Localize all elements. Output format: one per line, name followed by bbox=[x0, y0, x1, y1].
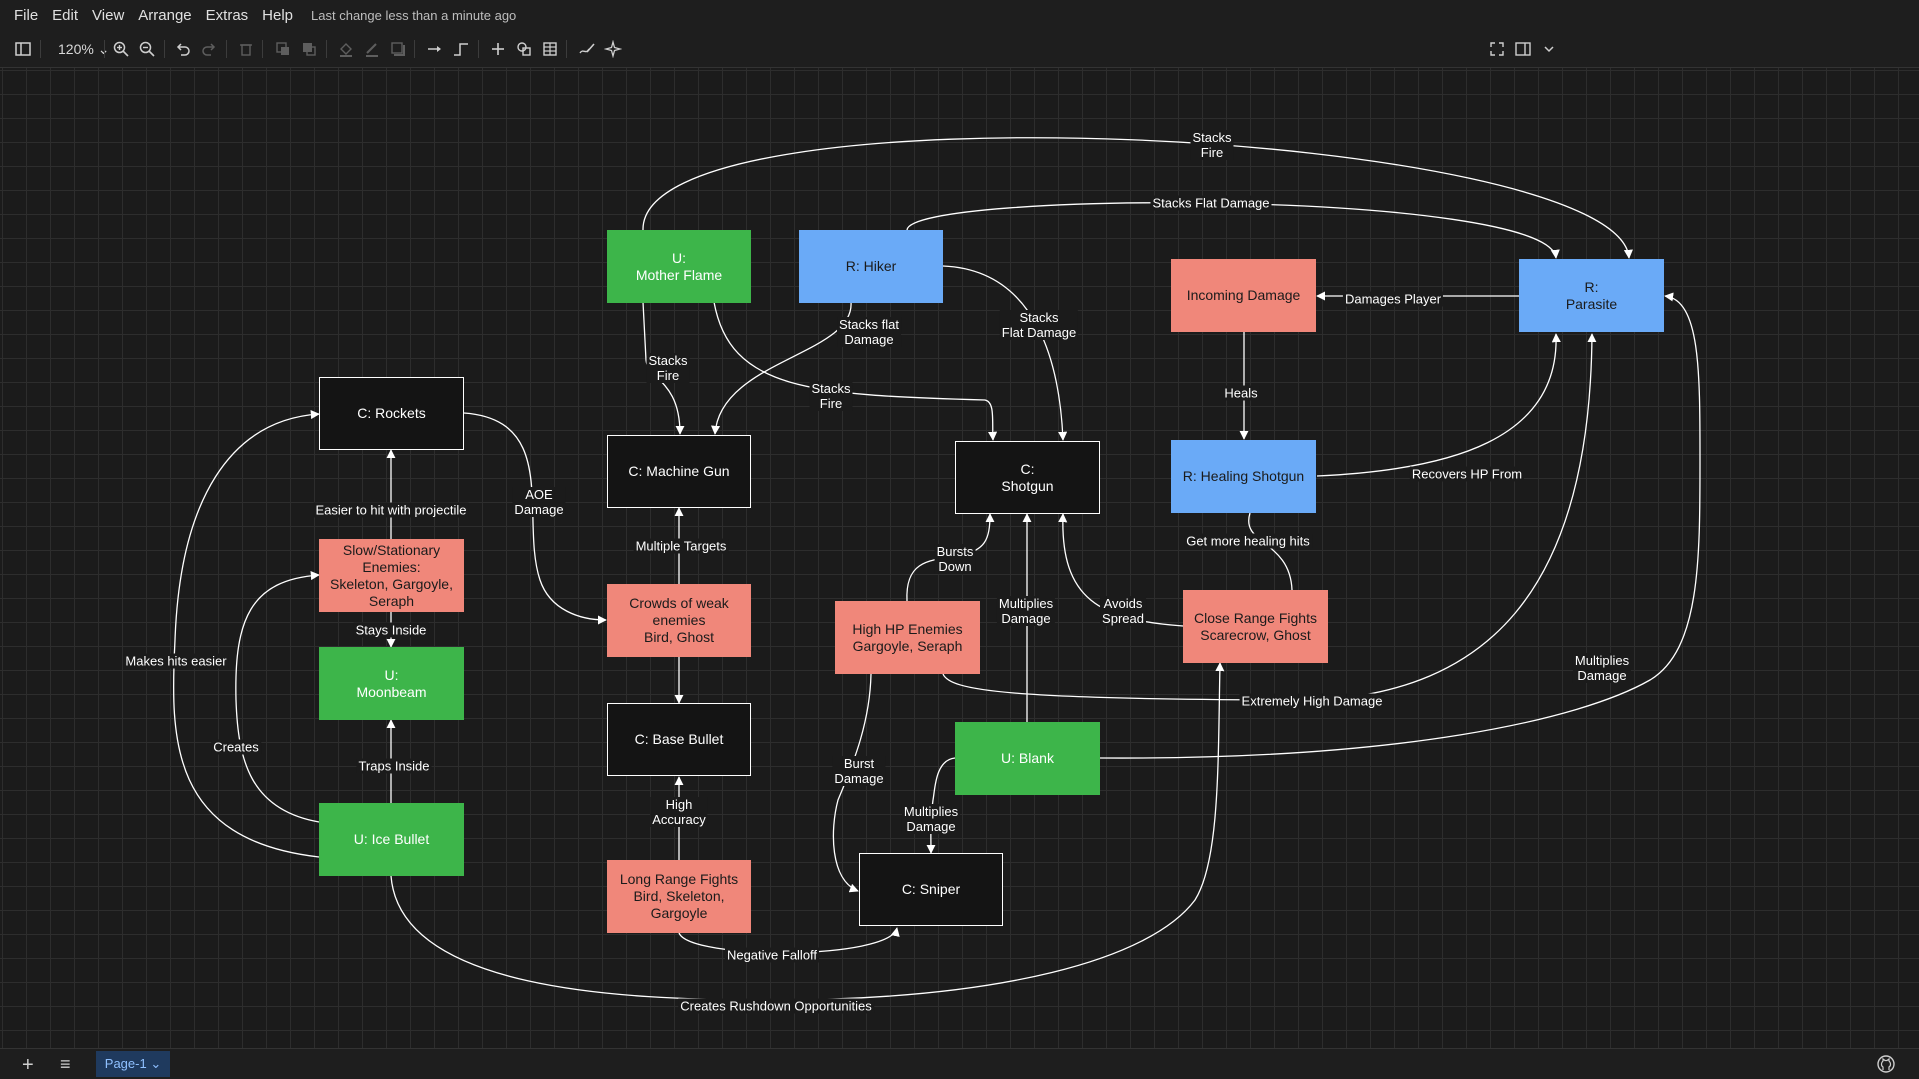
node-parasite[interactable]: R: Parasite bbox=[1519, 259, 1664, 332]
node-shotgun[interactable]: C: Shotgun bbox=[955, 441, 1100, 514]
node-ice-bullet[interactable]: U: Ice Bullet bbox=[319, 803, 464, 876]
collapse-icon[interactable] bbox=[1538, 38, 1560, 60]
node-sniper[interactable]: C: Sniper bbox=[859, 853, 1003, 926]
label-get-more-healing-hits[interactable]: Get more healing hits bbox=[1184, 533, 1312, 549]
magic-icon[interactable] bbox=[602, 38, 624, 60]
menu-file[interactable]: File bbox=[14, 7, 38, 24]
add-page-icon[interactable]: + bbox=[22, 1054, 34, 1077]
edge-recovers-hp bbox=[1316, 333, 1561, 477]
menu-help[interactable]: Help bbox=[262, 7, 293, 24]
node-long-range[interactable]: Long Range Fights Bird, Skeleton, Gargoy… bbox=[607, 860, 751, 933]
toolbar: 120% ⌄ bbox=[0, 30, 1919, 68]
last-change-status[interactable]: Last change less than a minute ago bbox=[311, 8, 516, 23]
label-makes-hits-easier[interactable]: Makes hits easier bbox=[123, 653, 229, 669]
sidebar-icon[interactable] bbox=[12, 38, 34, 60]
format-panel-icon[interactable] bbox=[1512, 38, 1534, 60]
node-rockets[interactable]: C: Rockets bbox=[319, 377, 464, 450]
label-stacks-fire-mg[interactable]: Stacks Fire bbox=[646, 353, 690, 383]
node-moonbeam[interactable]: U: Moonbeam bbox=[319, 647, 464, 720]
node-high-hp-enemies[interactable]: High HP Enemies Gargoyle, Seraph bbox=[835, 601, 980, 674]
delete-icon[interactable] bbox=[235, 38, 257, 60]
node-close-range[interactable]: Close Range Fights Scarecrow, Ghost bbox=[1183, 590, 1328, 663]
zoom-out-icon[interactable] bbox=[136, 38, 158, 60]
label-multiplies-damage-parasite[interactable]: Multiplies Damage bbox=[1572, 653, 1632, 683]
label-recovers-hp-from[interactable]: Recovers HP From bbox=[1409, 466, 1525, 482]
zoom-value: 120% bbox=[58, 41, 94, 57]
node-incoming-damage[interactable]: Incoming Damage bbox=[1171, 259, 1316, 332]
label-stacks-flat-damage-sg[interactable]: Stacks Flat Damage bbox=[999, 310, 1079, 340]
menu-arrange[interactable]: Arrange bbox=[138, 7, 191, 24]
fullscreen-icon[interactable] bbox=[1486, 38, 1508, 60]
label-avoids-spread[interactable]: Avoids Spread bbox=[1100, 596, 1146, 626]
node-mother-flame[interactable]: U: Mother Flame bbox=[607, 230, 751, 303]
edge-hiker-mg bbox=[711, 301, 852, 435]
node-crowds[interactable]: Crowds of weak enemies Bird, Ghost bbox=[607, 584, 751, 657]
label-burst-damage[interactable]: Burst Damage bbox=[832, 756, 886, 786]
table-icon[interactable] bbox=[539, 38, 561, 60]
menubar: File Edit View Arrange Extras Help Last … bbox=[0, 0, 1919, 30]
edge-multiplies-parasite bbox=[1099, 292, 1701, 759]
label-stacks-flat-damage-top[interactable]: Stacks Flat Damage bbox=[1150, 195, 1272, 211]
label-multiple-targets[interactable]: Multiple Targets bbox=[633, 538, 729, 554]
label-multiplies-damage-sniper[interactable]: Multiplies Damage bbox=[901, 804, 961, 834]
diagram-canvas[interactable]: U: Mother Flame R: Hiker Incoming Damage… bbox=[0, 68, 1919, 1048]
label-heals[interactable]: Heals bbox=[1222, 385, 1260, 401]
connection-icon[interactable] bbox=[424, 38, 446, 60]
edge-stacks-flat-damage-top bbox=[906, 202, 1560, 259]
to-front-icon[interactable] bbox=[272, 38, 294, 60]
page-footer: + ≡ Page-1 ⌄ bbox=[0, 1048, 1919, 1079]
shapes-icon[interactable] bbox=[513, 38, 535, 60]
label-stacks-fire-top[interactable]: Stacks Fire bbox=[1190, 130, 1234, 160]
label-damages-player[interactable]: Damages Player bbox=[1342, 291, 1444, 307]
label-aoe-damage[interactable]: AOE Damage bbox=[512, 487, 566, 517]
edge-more-healing bbox=[1248, 512, 1293, 591]
edge-hiker-sg bbox=[942, 265, 1068, 441]
pages-menu-icon[interactable]: ≡ bbox=[60, 1054, 71, 1075]
github-icon[interactable] bbox=[1877, 1055, 1895, 1073]
node-machine-gun[interactable]: C: Machine Gun bbox=[607, 435, 751, 508]
to-back-icon[interactable] bbox=[298, 38, 320, 60]
label-negative-falloff[interactable]: Negative Falloff bbox=[724, 947, 820, 963]
zoom-dropdown[interactable]: 120% ⌄ bbox=[58, 41, 109, 58]
node-blank[interactable]: U: Blank bbox=[955, 722, 1100, 795]
label-creates[interactable]: Creates bbox=[211, 739, 261, 755]
label-stacks-fire-sg[interactable]: Stacks Fire bbox=[809, 381, 853, 411]
node-slow-enemies[interactable]: Slow/Stationary Enemies: Skeleton, Gargo… bbox=[319, 539, 464, 612]
menu-view[interactable]: View bbox=[92, 7, 124, 24]
node-hiker[interactable]: R: Hiker bbox=[799, 230, 943, 303]
menu-edit[interactable]: Edit bbox=[52, 7, 78, 24]
label-extremely-high-damage[interactable]: Extremely High Damage bbox=[1239, 693, 1385, 709]
edge-stacks-fire-top bbox=[642, 137, 1633, 259]
edge-makes-hits-easier bbox=[172, 410, 320, 858]
waypoints-icon[interactable] bbox=[450, 38, 472, 60]
insert-icon[interactable] bbox=[487, 38, 509, 60]
label-easier-to-hit[interactable]: Easier to hit with projectile bbox=[313, 502, 469, 518]
label-bursts-down[interactable]: Bursts Down bbox=[934, 544, 976, 574]
node-healing-shotgun[interactable]: R: Healing Shotgun bbox=[1171, 440, 1316, 513]
label-traps-inside[interactable]: Traps Inside bbox=[356, 758, 432, 774]
node-base-bullet[interactable]: C: Base Bullet bbox=[607, 703, 751, 776]
line-color-icon[interactable] bbox=[361, 38, 383, 60]
label-multiplies-damage-sg[interactable]: Multiplies Damage bbox=[996, 596, 1056, 626]
shadow-icon[interactable] bbox=[387, 38, 409, 60]
undo-icon[interactable] bbox=[172, 38, 194, 60]
label-high-accuracy[interactable]: High Accuracy bbox=[650, 797, 708, 827]
label-creates-rushdown[interactable]: Creates Rushdown Opportunities bbox=[678, 998, 874, 1014]
menu-extras[interactable]: Extras bbox=[206, 7, 249, 24]
page-tab[interactable]: Page-1 ⌄ bbox=[96, 1051, 170, 1077]
redo-icon[interactable] bbox=[198, 38, 220, 60]
freehand-icon[interactable] bbox=[576, 38, 598, 60]
label-stacks-flat-damage-mg[interactable]: Stacks flat Damage bbox=[837, 317, 901, 347]
zoom-in-icon[interactable] bbox=[110, 38, 132, 60]
edge-creates bbox=[235, 571, 320, 823]
fill-color-icon[interactable] bbox=[335, 38, 357, 60]
label-stays-inside[interactable]: Stays Inside bbox=[353, 622, 429, 638]
